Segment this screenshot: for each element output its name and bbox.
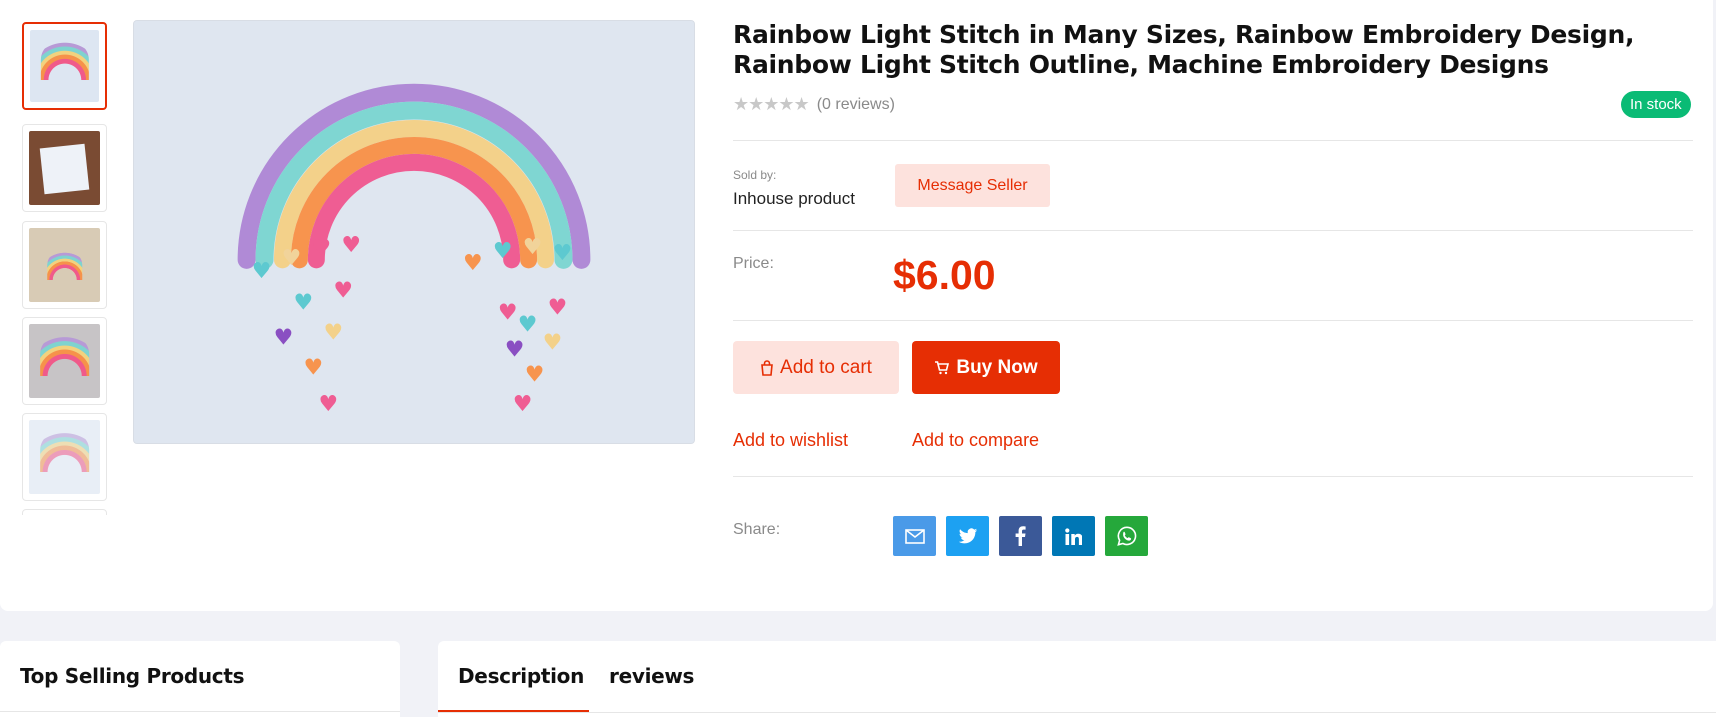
divider: [733, 320, 1693, 321]
main-product-image[interactable]: ♥ ♥ ♥ ♥ ♥ ♥ ♥ ♥ ♥ ♥ ♥ ♥ ♥ ♥ ♥ ♥ ♥ ♥ ♥ ♥: [133, 20, 695, 444]
divider: [0, 711, 400, 712]
top-selling-panel: Top Selling Products: [0, 641, 400, 717]
thumbnail-image: [29, 131, 100, 205]
add-to-wishlist-link[interactable]: Add to wishlist: [733, 430, 848, 451]
svg-text:♥: ♥: [518, 313, 538, 338]
svg-text:♥: ♥: [282, 246, 302, 271]
message-seller-button[interactable]: Message Seller: [895, 164, 1050, 207]
price-value: $6.00: [893, 252, 996, 298]
divider: [733, 140, 1693, 141]
svg-text:♥: ♥: [513, 392, 533, 417]
svg-text:♥: ♥: [304, 355, 324, 380]
svg-text:♥: ♥: [543, 330, 563, 355]
thumbnail-gallery[interactable]: [22, 22, 108, 515]
divider: [733, 230, 1693, 231]
svg-text:♥: ♥: [274, 325, 294, 350]
divider: [733, 476, 1693, 477]
star-rating-icon: ★★★★★: [733, 94, 810, 114]
svg-text:♥: ♥: [493, 239, 513, 264]
svg-text:♥: ♥: [252, 259, 272, 284]
thumbnail-1[interactable]: [22, 22, 107, 110]
svg-text:♥: ♥: [523, 235, 543, 260]
thumbnail-4[interactable]: [22, 317, 107, 405]
twitter-icon: [958, 527, 977, 543]
sold-by-value: Inhouse product: [733, 189, 855, 208]
thumbnail-image: [29, 228, 100, 302]
reviews-count[interactable]: (0 reviews): [817, 96, 895, 114]
svg-text:♥: ♥: [323, 321, 343, 346]
tab-reviews[interactable]: reviews: [609, 664, 694, 688]
share-twitter-button[interactable]: [946, 516, 989, 556]
product-title: Rainbow Light Stitch in Many Sizes, Rain…: [733, 20, 1635, 79]
thumbnail-image: [29, 420, 100, 494]
add-to-cart-label: Add to cart: [780, 356, 872, 378]
svg-text:♥: ♥: [463, 251, 483, 276]
add-to-compare-link[interactable]: Add to compare: [912, 430, 1039, 451]
thumbnail-2[interactable]: [22, 124, 107, 212]
tab-description[interactable]: Description: [458, 664, 584, 688]
thumbnail-6[interactable]: [22, 509, 107, 515]
share-facebook-button[interactable]: [999, 516, 1042, 556]
add-to-cart-button[interactable]: Add to cart: [733, 341, 899, 394]
svg-text:♥: ♥: [333, 279, 353, 304]
share-buttons: [893, 516, 1148, 556]
share-whatsapp-button[interactable]: [1105, 516, 1148, 556]
svg-text:♥: ♥: [498, 301, 518, 326]
facebook-icon: [1015, 526, 1026, 546]
top-selling-title: Top Selling Products: [20, 664, 245, 688]
svg-text:♥: ♥: [312, 236, 332, 261]
divider: [438, 712, 1716, 713]
svg-text:♥: ♥: [341, 233, 361, 258]
thumbnail-image: [30, 30, 99, 102]
rating: ★★★★★ (0 reviews): [733, 94, 895, 115]
svg-text:♥: ♥: [318, 392, 338, 417]
share-label: Share:: [733, 521, 781, 538]
linkedin-icon: [1065, 527, 1082, 545]
product-tabs-panel: Description reviews: [438, 641, 1716, 717]
cart-icon: [934, 360, 950, 375]
stock-badge: In stock: [1621, 91, 1691, 118]
thumbnail-image: [29, 324, 100, 398]
svg-text:♥: ♥: [294, 291, 314, 316]
svg-text:♥: ♥: [548, 296, 568, 321]
share-email-button[interactable]: [893, 516, 936, 556]
svg-text:♥: ♥: [525, 362, 545, 387]
rainbow-embroidery-image: ♥ ♥ ♥ ♥ ♥ ♥ ♥ ♥ ♥ ♥ ♥ ♥ ♥ ♥ ♥ ♥ ♥ ♥ ♥ ♥: [134, 21, 694, 443]
thumbnail-5[interactable]: [22, 413, 107, 501]
whatsapp-icon: [1116, 526, 1136, 546]
buy-now-button[interactable]: Buy Now: [912, 341, 1060, 394]
svg-text:♥: ♥: [553, 241, 573, 266]
sold-by-label: Sold by:: [733, 168, 777, 182]
svg-text:♥: ♥: [505, 337, 525, 362]
shopping-bag-icon: [760, 359, 774, 376]
product-card: ♥ ♥ ♥ ♥ ♥ ♥ ♥ ♥ ♥ ♥ ♥ ♥ ♥ ♥ ♥ ♥ ♥ ♥ ♥ ♥: [0, 0, 1713, 611]
email-icon: [904, 528, 925, 544]
thumbnail-3[interactable]: [22, 221, 107, 309]
price-label: Price:: [733, 255, 774, 272]
share-linkedin-button[interactable]: [1052, 516, 1095, 556]
buy-now-label: Buy Now: [956, 356, 1038, 378]
